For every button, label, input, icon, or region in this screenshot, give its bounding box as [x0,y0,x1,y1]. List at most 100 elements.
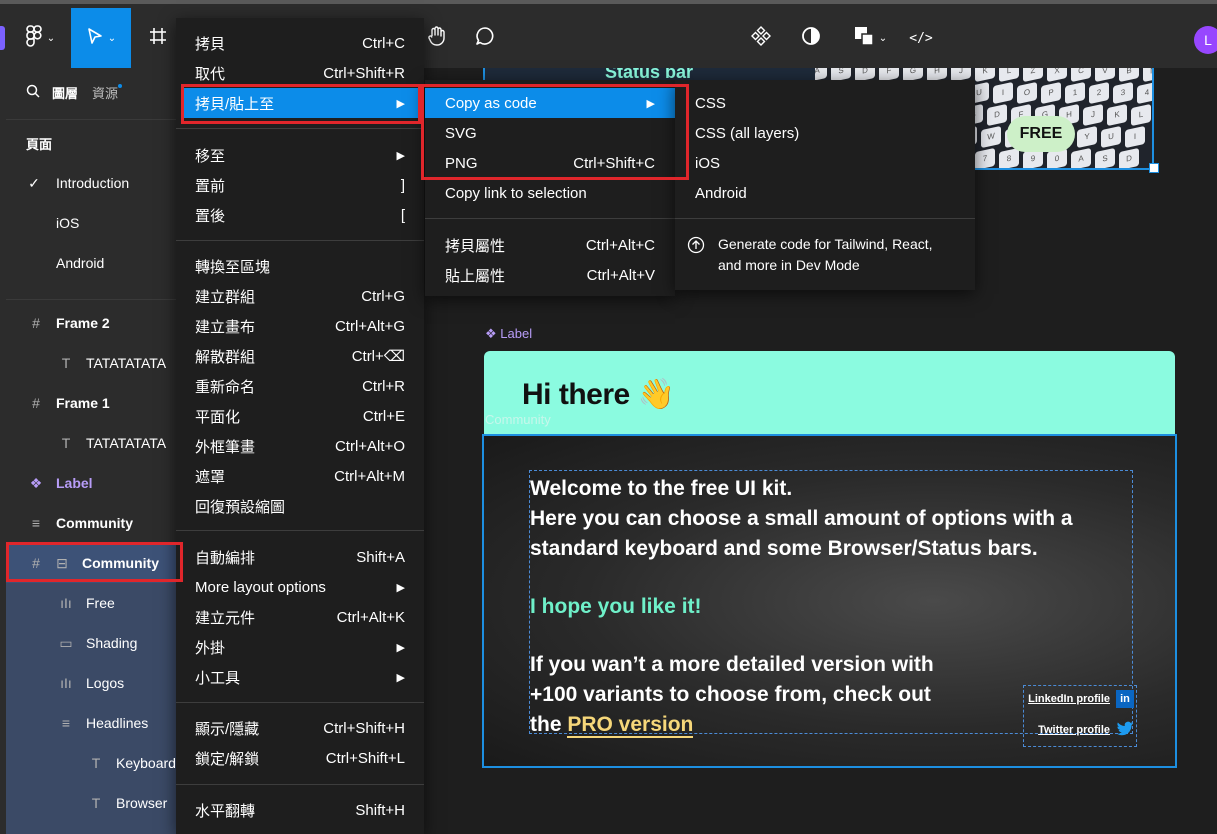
layer-item[interactable]: T TATATATATA [6,343,182,383]
code-submenu-item[interactable]: CSS (all layers) [675,118,975,148]
menu-item-label: iOS [695,154,721,172]
layer-item[interactable]: ≡ Headlines [6,703,182,743]
tab-layers[interactable]: 圖層 [52,83,78,102]
context-menu-item[interactable]: 建立畫布 Ctrl+Alt+G [176,311,424,341]
keyboard-key: J [1083,103,1103,127]
keyboard-key: D [1119,147,1139,168]
layer-item[interactable]: # ⊟ Community [6,543,182,583]
context-menu-item[interactable]: 轉換至區塊 [176,251,424,281]
context-menu-item[interactable]: 建立群組 Ctrl+G [176,281,424,311]
menu-separator [176,128,424,129]
layer-item-label: Label [56,475,93,491]
layer-item[interactable]: ▭ Shading [6,623,182,663]
keyboard-key: K [975,68,995,83]
page-item[interactable]: iOS [6,203,182,243]
copy-submenu-item[interactable]: 拷貝屬性 Ctrl+Alt+C [425,230,675,260]
menu-item-shortcut: Shift+H [355,801,405,819]
layer-item[interactable]: T Browser [6,783,182,823]
search-icon[interactable] [26,84,40,101]
copy-submenu-item[interactable]: Copy link to selection [425,178,675,208]
code-submenu-item[interactable]: CSS [675,88,975,118]
context-menu-item[interactable]: 置後 [ [176,200,424,230]
context-menu-item[interactable]: 重新命名 Ctrl+R [176,371,424,401]
layer-item-label: Frame 2 [56,315,110,331]
context-menu-item[interactable]: 平面化 Ctrl+E [176,401,424,431]
avatar[interactable]: L [1194,26,1217,54]
layer-item[interactable]: T Keyboard [6,743,182,783]
contrast-button[interactable] [796,8,826,68]
auto-layout-icon: ≡ [31,515,41,531]
layer-item[interactable]: ıIı Logos [6,663,182,703]
keyboard-key: Y [1077,125,1097,149]
component-icon: ❖ [485,326,501,341]
context-menu-item[interactable]: 拷貝 Ctrl+C [176,28,424,58]
page-item[interactable]: ✓ Introduction [6,163,182,203]
frame-tool-button[interactable] [140,8,176,68]
layer-item[interactable]: ≡ Community [6,503,182,543]
layered-squares-icon [853,25,875,52]
context-menu-item[interactable]: 自動編排 Shift+A [176,542,424,572]
layer-item[interactable]: ıIı Free [6,583,182,623]
context-menu-item[interactable]: 移至 ▶ [176,140,424,170]
context-menu-item[interactable]: More layout options ▶ [176,572,424,602]
context-menu-item[interactable]: 置前] [176,170,424,200]
copy-submenu-item[interactable]: 貼上屬性 Ctrl+Alt+V [425,260,675,290]
layer-item[interactable]: T TATATATATA [6,423,182,463]
layer-item[interactable]: ❖ Label [6,463,182,503]
keyboard-key: K [1107,103,1127,127]
components-button[interactable] [746,8,776,68]
context-menu-item[interactable]: 外框筆畫 Ctrl+Alt+O [176,431,424,461]
linkedin-row[interactable]: LinkedIn profile in [1026,688,1134,710]
label-component-tag: ❖ Label [485,326,532,342]
keyboard-key: D [987,103,1007,127]
menu-item-label: 回復預設縮圖 [195,498,286,516]
comment-tool-button[interactable] [470,8,500,68]
fill-button[interactable]: ⌄ [848,8,892,68]
context-menu-item[interactable]: 遮罩 Ctrl+Alt+M [176,461,424,491]
hi-there-banner[interactable]: Hi there 👋 [484,351,1175,435]
dev-mode-button[interactable]: </> [905,8,937,68]
keyboard-key: W [981,125,1001,149]
layer-item[interactable]: # Frame 2 [6,303,182,343]
page-item-label: iOS [56,215,80,231]
layer-item-label: Frame 1 [56,395,110,411]
dev-mode-text-line: Generate code for Tailwind, React, [718,236,933,252]
community-frame[interactable]: Welcome to the free UI kit. Here you can… [482,434,1177,768]
keyboard-key: I [993,81,1013,105]
move-tool-button[interactable]: ⌄ [71,8,131,68]
context-menu-item[interactable]: 建立元件 Ctrl+Alt+K [176,602,424,632]
twitter-row[interactable]: Twitter profile [1026,719,1134,741]
context-menu-item[interactable]: 顯示/隱藏 Ctrl+Shift+H [176,713,424,743]
context-menu-item[interactable]: 解散群組 Ctrl+⌫ [176,341,424,371]
headlines-text-block: Welcome to the free UI kit. Here you can… [530,474,1073,740]
keyboard-key: B [1119,68,1139,83]
code-submenu-item[interactable]: Android [675,178,975,208]
menu-item-label: 取代 [195,65,226,83]
keyboard-key: L [1131,103,1151,127]
hand-tool-button[interactable] [422,8,452,68]
submenu-arrow-icon: ▶ [396,641,405,654]
menu-item-label: 轉換至區塊 [195,258,271,276]
menu-item-label: 拷貝 [195,35,226,53]
main-menu-button[interactable]: ⌄ [14,8,66,68]
resize-handle[interactable] [1149,163,1159,173]
context-menu-item[interactable]: 回復預設縮圖 [176,491,424,521]
layer-item[interactable]: # Frame 1 [6,383,182,423]
menu-separator [425,218,675,219]
context-menu-item[interactable]: 小工具 ▶ [176,662,424,692]
pro-version-link[interactable]: PRO version [567,713,694,738]
context-menu-item[interactable]: 鎖定/解鎖 Ctrl+Shift+L [176,743,424,773]
bars-icon: ıIı [60,675,72,691]
annotation-box [421,84,689,180]
keyboard-key: 7 [975,147,995,168]
context-menu-item[interactable]: 水平翻轉 Shift+H [176,795,424,825]
tab-assets[interactable]: 資源 [92,83,118,102]
keyboard-key: 3 [1113,81,1133,105]
menu-item-shortcut: [ [400,206,405,224]
context-menu-item[interactable]: 外掛 ▶ [176,632,424,662]
dev-mode-promo[interactable]: Generate code for Tailwind, React, and m… [718,234,933,276]
menu-item-label: CSS (all layers) [695,124,800,142]
page-item[interactable]: Android [6,243,182,283]
menu-item-shortcut: Ctrl+Shift+H [323,719,405,737]
code-submenu-item[interactable]: iOS [675,148,975,178]
